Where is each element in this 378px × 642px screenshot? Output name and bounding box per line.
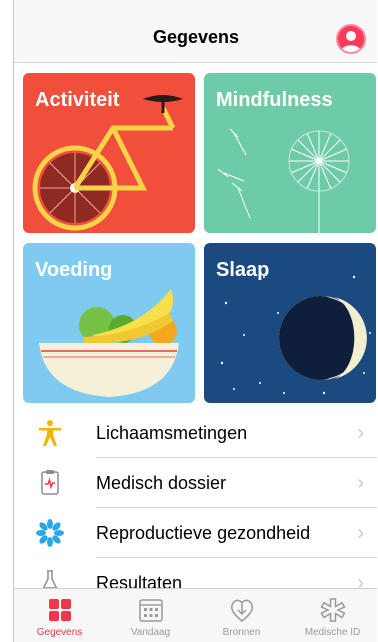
flower-icon bbox=[36, 519, 64, 547]
tile-voeding[interactable]: Voeding bbox=[23, 243, 195, 403]
grid-icon bbox=[49, 599, 71, 621]
tile-label: Voeding bbox=[35, 259, 113, 281]
tab-gegevens[interactable]: Gegevens bbox=[14, 589, 105, 642]
tile-label: Slaap bbox=[216, 259, 270, 281]
tile-label: Activiteit bbox=[35, 89, 120, 111]
list-item-reproductieve-gezondheid[interactable]: Reproductieve gezondheid › bbox=[14, 508, 377, 558]
list-item-label: Lichaamsmetingen bbox=[96, 423, 248, 443]
page-title: Gegevens bbox=[152, 27, 240, 47]
category-tiles: Activiteit Mindfulness Voeding Slaap bbox=[14, 63, 377, 408]
profile-avatar-button[interactable] bbox=[336, 24, 366, 54]
heart-download-icon bbox=[230, 599, 254, 622]
navigation-bar: Gegevens bbox=[14, 0, 377, 63]
person-icon bbox=[341, 31, 361, 52]
tab-vandaag[interactable]: Vandaag bbox=[105, 589, 196, 642]
tab-label: Gegevens bbox=[36, 627, 83, 638]
chevron-right-icon: › bbox=[357, 422, 364, 444]
body-figure-icon bbox=[39, 420, 61, 446]
list-item-label: Reproductieve gezondheid bbox=[96, 523, 311, 543]
tile-mindfulness[interactable]: Mindfulness bbox=[204, 73, 376, 233]
clipboard-heart-icon bbox=[41, 470, 59, 495]
tab-label: Bronnen bbox=[222, 627, 261, 638]
calendar-icon bbox=[139, 599, 163, 622]
medical-star-icon bbox=[320, 598, 346, 622]
list-item-lichaamsmetingen[interactable]: Lichaamsmetingen › bbox=[14, 408, 377, 458]
list-item-label: Medisch dossier bbox=[96, 473, 227, 493]
tab-medische-id[interactable]: Medische ID bbox=[287, 589, 377, 642]
health-categories-list: Lichaamsmetingen › Medisch dossier › Rep… bbox=[14, 408, 377, 608]
tab-bar: Gegevens Vandaag Bronnen Medische ID bbox=[14, 588, 377, 642]
tile-label: Mindfulness bbox=[216, 89, 333, 111]
tab-label: Medische ID bbox=[304, 627, 361, 638]
chevron-right-icon: › bbox=[357, 522, 364, 544]
tile-activiteit[interactable]: Activiteit bbox=[23, 73, 195, 233]
chevron-right-icon: › bbox=[357, 472, 364, 494]
tab-label: Vandaag bbox=[130, 627, 171, 638]
tab-bronnen[interactable]: Bronnen bbox=[196, 589, 287, 642]
list-item-medisch-dossier[interactable]: Medisch dossier › bbox=[14, 458, 377, 508]
phone-screen: Gegevens Activiteit Mindfulness Voeding … bbox=[13, 0, 377, 642]
tile-slaap[interactable]: Slaap bbox=[204, 243, 376, 403]
